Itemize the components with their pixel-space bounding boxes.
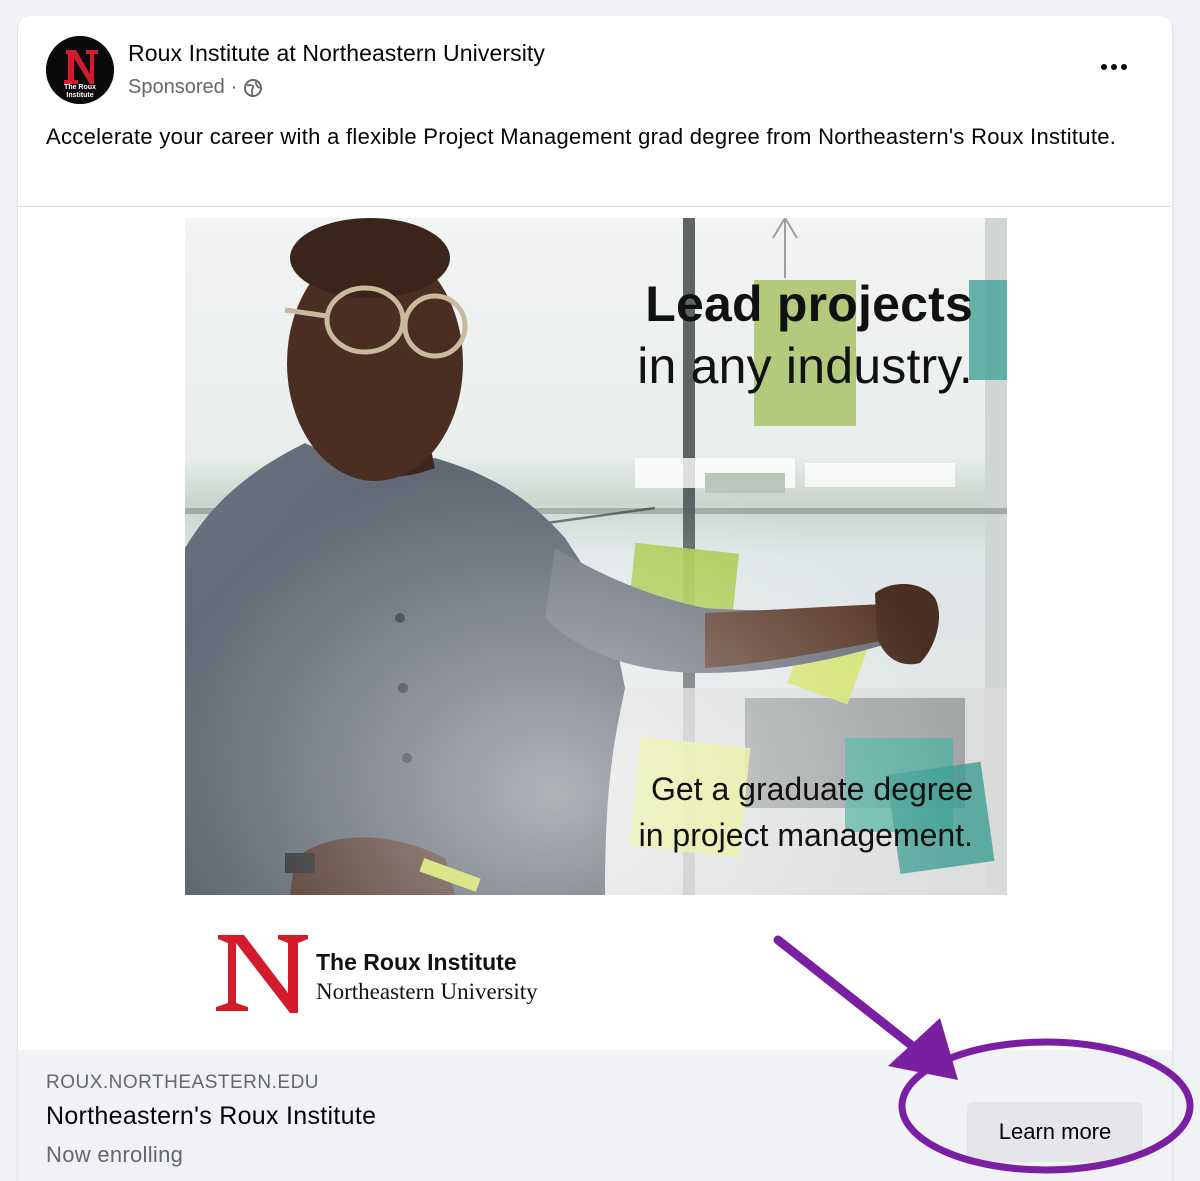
more-options-button[interactable] (1094, 52, 1134, 82)
ad-photo[interactable]: Lead projects in any industry. Get a gra… (185, 218, 1007, 895)
link-domain: ROUX.NORTHEASTERN.EDU (46, 1072, 320, 1093)
sponsored-label[interactable]: Sponsored (128, 76, 225, 99)
logo-text-institute: The Roux Institute (316, 949, 517, 975)
northeastern-n-logo (216, 935, 308, 1013)
svg-text:The Roux: The Roux (64, 84, 96, 91)
svg-text:Institute: Institute (66, 92, 93, 99)
ad-subhead-line1: Get a graduate degree (650, 771, 973, 807)
roux-institute-logo: The Roux Institute Northeastern Universi… (214, 931, 614, 1015)
ad-subhead: Get a graduate degree in project managem… (639, 766, 973, 858)
sponsored-post-card: The Roux Institute Roux Institute at Nor… (18, 16, 1172, 1181)
ad-creative[interactable]: Lead projects in any industry. Get a gra… (18, 207, 1172, 1050)
logo-text-university: Northeastern University (316, 979, 538, 1004)
link-title[interactable]: Northeastern's Roux Institute (46, 1102, 376, 1131)
more-options-icon (1101, 64, 1127, 70)
post-header: The Roux Institute Roux Institute at Nor… (18, 16, 1172, 206)
link-description: Now enrolling (46, 1142, 184, 1167)
ad-headline: Lead projects in any industry. (637, 274, 973, 398)
globe-icon (243, 78, 263, 98)
page-avatar[interactable]: The Roux Institute (46, 36, 114, 104)
meta-separator: · (230, 76, 238, 98)
ad-headline-regular: in any industry. (637, 338, 973, 394)
learn-more-button[interactable]: Learn more (967, 1102, 1143, 1162)
link-preview-footer[interactable]: ROUX.NORTHEASTERN.EDU Northeastern's Rou… (18, 1050, 1172, 1181)
page-name-link[interactable]: Roux Institute at Northeastern Universit… (128, 40, 545, 67)
ad-subhead-line2: in project management. (638, 817, 973, 853)
ad-headline-bold: Lead projects (645, 276, 973, 332)
post-meta: Sponsored · (128, 76, 263, 99)
post-caption: Accelerate your career with a flexible P… (46, 124, 1117, 149)
